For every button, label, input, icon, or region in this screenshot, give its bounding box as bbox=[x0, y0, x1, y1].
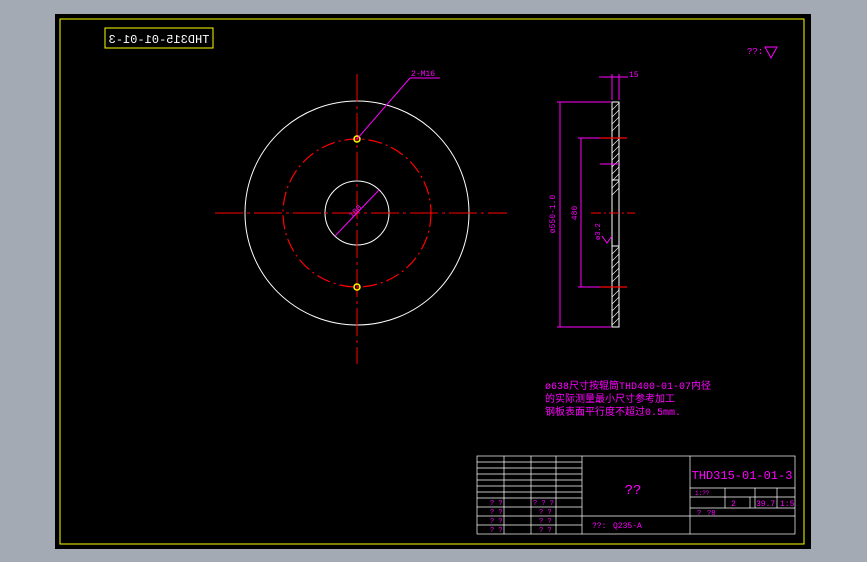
mid-mark-1: ? ? ? bbox=[533, 500, 554, 508]
left-mark-4: ? ? bbox=[490, 527, 503, 535]
hole-callout: 2-M16 bbox=[411, 70, 435, 79]
mid-mark-4: ? ? bbox=[539, 527, 552, 535]
left-mark-3: ? ? bbox=[490, 518, 503, 526]
chamfer-dim-text: ø3.2 bbox=[595, 223, 603, 240]
material-value: Q235-A bbox=[613, 522, 642, 531]
mirrored-drawing-number: THD315-01-01-3 bbox=[109, 33, 210, 47]
roughness-symbol-icon bbox=[764, 46, 778, 60]
mid-mark-2: ? ? bbox=[539, 509, 552, 517]
sheet-label: ? bbox=[697, 510, 701, 518]
material-label: ??: bbox=[592, 522, 606, 531]
side-view: 15 ø550-1.0 480 ø3.2 bbox=[549, 71, 639, 328]
scale-header: 1:?? bbox=[695, 490, 710, 497]
front-view: 2-M16 180 bbox=[215, 70, 507, 364]
hole-leader-line bbox=[356, 77, 411, 140]
note-line-2: 的实际测量最小尺寸参考加工 bbox=[545, 392, 675, 406]
note-line-3: 钢板表面平行度不超过0.5mm. bbox=[545, 405, 681, 419]
note-line-1: ø638尺寸按辊筒THD400-01-07内径 bbox=[545, 379, 711, 393]
technical-drawing: THD315-01-01-3 ??: 2-M16 180 15 ø550-1.0… bbox=[59, 18, 805, 545]
weight-value: 39.7 bbox=[756, 500, 775, 509]
pitch-dim-text: 480 bbox=[571, 206, 580, 221]
drawing-number: THD315-01-01-3 bbox=[692, 469, 793, 483]
mid-mark-3: ? ? bbox=[539, 518, 552, 526]
sheet-count: 2 bbox=[731, 500, 736, 509]
scale-value: 1:5 bbox=[780, 500, 795, 509]
cad-viewport[interactable]: THD315-01-01-3 ??: 2-M16 180 15 ø550-1.0… bbox=[55, 14, 811, 549]
technical-notes: ø638尺寸按辊筒THD400-01-07内径 的实际测量最小尺寸参考加工 钢板… bbox=[545, 379, 711, 419]
od-dim-text: ø550-1.0 bbox=[549, 195, 558, 234]
thickness-dim-text: 15 bbox=[629, 71, 639, 80]
drawing-border bbox=[59, 18, 805, 545]
left-mark-2: ? ? bbox=[490, 509, 503, 517]
surface-mark-icon bbox=[601, 235, 613, 244]
plate-hatch bbox=[611, 102, 620, 326]
sheet-of: ?8 bbox=[707, 510, 715, 518]
center-dim-text: 180 bbox=[348, 204, 365, 221]
left-mark-1: ? ? bbox=[490, 500, 503, 508]
roughness-label: ??: bbox=[747, 47, 763, 57]
part-name: ?? bbox=[625, 483, 642, 499]
